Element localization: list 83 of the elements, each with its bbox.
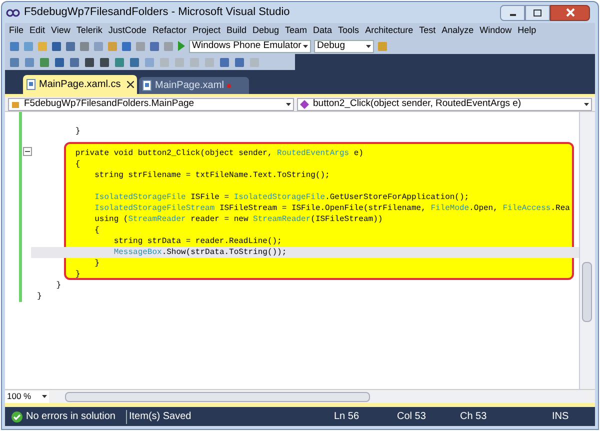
type-dropdown[interactable]: F5debugWp7FilesandFolders.MainPage <box>8 98 294 110</box>
toolbar-icon[interactable] <box>51 40 62 52</box>
character-number: Ch 53 <box>460 410 488 424</box>
close-button[interactable] <box>550 4 590 20</box>
menu-item[interactable]: Debug <box>252 24 280 38</box>
file-icon <box>142 80 152 91</box>
toolbar-icon[interactable] <box>9 40 20 52</box>
toolbar-icon[interactable] <box>65 40 76 52</box>
app-logo-icon <box>6 8 20 16</box>
code-line: } <box>55 281 62 290</box>
toolbar-icon[interactable] <box>114 56 125 68</box>
scroll-thumb[interactable] <box>65 392 370 402</box>
document-tab[interactable]: MainPage.xaml.cs <box>23 75 137 94</box>
menu-item[interactable]: Data <box>313 24 332 38</box>
code-line: { <box>94 226 100 235</box>
target-dropdown[interactable]: Windows Phone Emulator <box>189 40 311 52</box>
dropdown-arrow-icon <box>303 44 308 48</box>
toolbar-icon[interactable] <box>69 56 80 68</box>
toolbar-icon[interactable] <box>99 56 110 68</box>
code-line: IsolatedStorageFileStream ISFileStream = ISFile.OpenFile(strFilename, FileMode.Open, FileAccess.Rea <box>94 204 570 213</box>
menu-item[interactable]: Test <box>419 24 436 38</box>
status-message: No errors in solution <box>26 410 116 424</box>
toolbar-icon[interactable] <box>121 40 132 52</box>
toolbar-icon[interactable] <box>9 56 20 68</box>
insert-mode: INS <box>552 410 569 424</box>
code-line: } <box>74 127 80 136</box>
dropdown-arrow-icon <box>286 102 291 106</box>
document-tab[interactable]: MainPage.xaml <box>139 77 249 94</box>
maximize-button[interactable] <box>525 4 550 20</box>
code-line: string strData = reader.ReadLine(); <box>112 237 282 246</box>
dropdown-arrow-icon <box>584 102 589 106</box>
code-line: } <box>74 270 80 279</box>
code-line: private void button2_Click(object sender, RoutedEventArgs e) <box>74 149 364 158</box>
toolbar-icon[interactable] <box>54 56 65 68</box>
menu-item[interactable]: Analyze <box>442 24 474 38</box>
dropdown-arrow-icon <box>42 395 47 398</box>
member-dropdown[interactable]: button2_Click(object sender, RoutedEventArgs e) <box>297 98 592 110</box>
maximize-icon <box>533 8 542 16</box>
menu-item[interactable]: Build <box>226 24 246 38</box>
code-line: { <box>74 160 80 169</box>
line-number: Ln 56 <box>334 410 360 424</box>
toolbar-icon[interactable] <box>129 56 140 68</box>
dropdown-arrow-icon <box>366 44 371 48</box>
configuration-dropdown[interactable]: Debug <box>314 40 374 52</box>
window-title: F5debugWp7FilesandFolders - Microsoft Visual Studio <box>24 5 290 20</box>
toolbar-icon[interactable] <box>84 56 95 68</box>
toolbar-icon[interactable] <box>219 56 230 68</box>
code-line: IsolatedStorageFile ISFile = IsolatedStorageFile.GetUserStoreForApplication(); <box>94 193 470 202</box>
menu-item[interactable]: Project <box>192 24 220 38</box>
code-line: using (StreamReader reader = new StreamReader(ISFileStream)) <box>94 215 383 224</box>
check-icon <box>11 410 23 422</box>
menu-item[interactable]: View <box>51 24 70 38</box>
close-icon <box>566 8 574 17</box>
menu-item[interactable]: Tools <box>338 24 360 38</box>
vertical-scrollbar[interactable] <box>579 112 595 389</box>
menu-item[interactable]: File <box>9 24 24 38</box>
zoom-dropdown[interactable]: 100 % <box>5 390 49 402</box>
code-line: string strFilename = txtFileName.Text.ToString(); <box>94 171 330 180</box>
toolbar-icon[interactable] <box>39 56 50 68</box>
menu-item[interactable]: Help <box>518 24 536 38</box>
menu-item[interactable]: Team <box>285 24 308 38</box>
scroll-thumb[interactable] <box>582 262 592 322</box>
code-line: } <box>37 292 42 301</box>
toolbar-icon[interactable] <box>149 40 160 52</box>
status-message: Item(s) Saved <box>129 410 192 424</box>
menu-item[interactable]: Window <box>480 24 512 38</box>
method-icon <box>300 100 309 108</box>
menu-item[interactable]: Telerik <box>76 24 102 38</box>
menu-item[interactable]: Refactor <box>152 24 186 38</box>
class-icon <box>11 100 20 108</box>
code-line: MessageBox.Show(strData.ToString()); <box>112 248 287 257</box>
modified-dot-icon <box>226 84 231 88</box>
minimize-button[interactable] <box>500 4 525 20</box>
file-icon <box>26 79 36 90</box>
column-number: Col 53 <box>397 410 427 424</box>
toolbar-icon[interactable] <box>234 56 245 68</box>
horizontal-scrollbar[interactable] <box>57 390 587 402</box>
menu-item[interactable]: Architecture <box>365 24 414 38</box>
code-line: } <box>94 259 100 268</box>
menu-item[interactable]: Edit <box>30 24 46 38</box>
menu-item[interactable]: JustCode <box>108 24 146 38</box>
close-icon[interactable] <box>127 81 134 88</box>
start-debugging-icon[interactable] <box>177 41 186 51</box>
